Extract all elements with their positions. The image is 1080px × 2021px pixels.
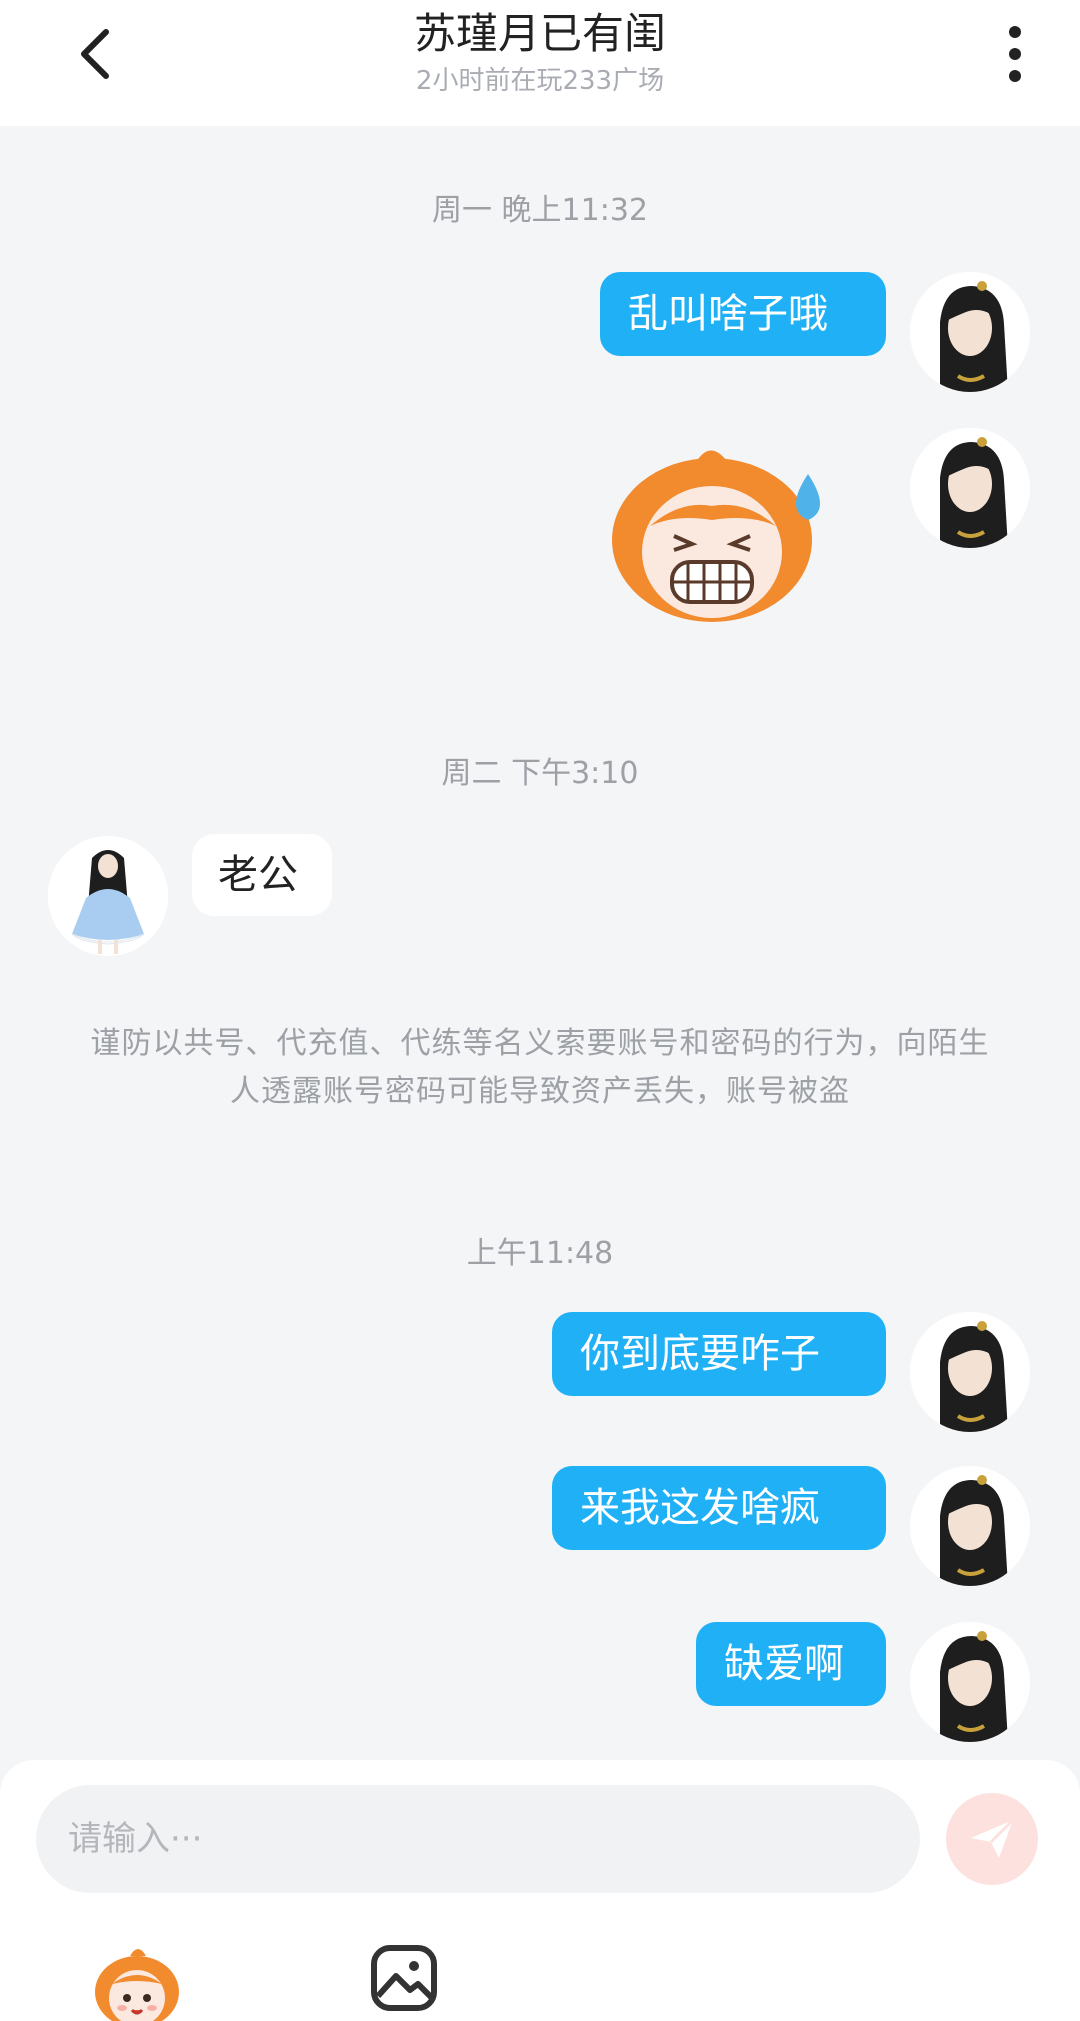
- safety-notice: 谨防以共号、代充值、代练等名义索要账号和密码的行为，向陌生人透露账号密码可能导致…: [90, 1026, 990, 1109]
- avatar-image: [910, 1622, 1030, 1742]
- outgoing-message[interactable]: 来我这发啥疯: [552, 1466, 886, 1550]
- contact-avatar[interactable]: [48, 836, 168, 956]
- image-icon: [371, 1945, 437, 2011]
- message-input-wrapper[interactable]: [36, 1785, 920, 1893]
- avatar-image: [48, 836, 168, 956]
- sweat-laugh-sticker-icon: [612, 450, 820, 622]
- sticker-message[interactable]: [600, 440, 840, 630]
- incoming-message[interactable]: 老公: [192, 834, 332, 916]
- more-vertical-icon: [1009, 26, 1021, 38]
- timestamp: 周一 晚上11:32: [432, 193, 648, 228]
- timestamp: 上午11:48: [466, 1236, 614, 1271]
- emoji-button[interactable]: [92, 1940, 182, 2021]
- paper-plane-icon: [971, 1818, 1015, 1858]
- my-avatar[interactable]: [910, 1312, 1030, 1432]
- avatar-image: [910, 272, 1030, 392]
- my-avatar[interactable]: [910, 272, 1030, 392]
- chat-subtitle: 2小时前在玩233广场: [415, 66, 665, 96]
- image-button[interactable]: [370, 1944, 438, 2012]
- chat-header: 苏瑾月已有闺 2小时前在玩233广场: [0, 0, 1080, 126]
- timestamp: 周二 下午3:10: [441, 756, 639, 791]
- more-button[interactable]: [990, 24, 1040, 84]
- send-button[interactable]: [946, 1793, 1038, 1885]
- outgoing-message[interactable]: 缺爱啊: [696, 1622, 886, 1706]
- my-avatar[interactable]: [910, 428, 1030, 548]
- chat-title[interactable]: 苏瑾月已有闺: [0, 8, 1080, 60]
- my-avatar[interactable]: [910, 1466, 1030, 1586]
- outgoing-message[interactable]: 你到底要咋子: [552, 1312, 886, 1396]
- my-avatar[interactable]: [910, 1622, 1030, 1742]
- mascot-emoji-icon: [95, 1949, 179, 2021]
- avatar-image: [910, 1466, 1030, 1586]
- avatar-image: [910, 1312, 1030, 1432]
- message-input[interactable]: [36, 1785, 920, 1893]
- outgoing-message[interactable]: 乱叫啥子哦: [600, 272, 886, 356]
- avatar-image: [910, 428, 1030, 548]
